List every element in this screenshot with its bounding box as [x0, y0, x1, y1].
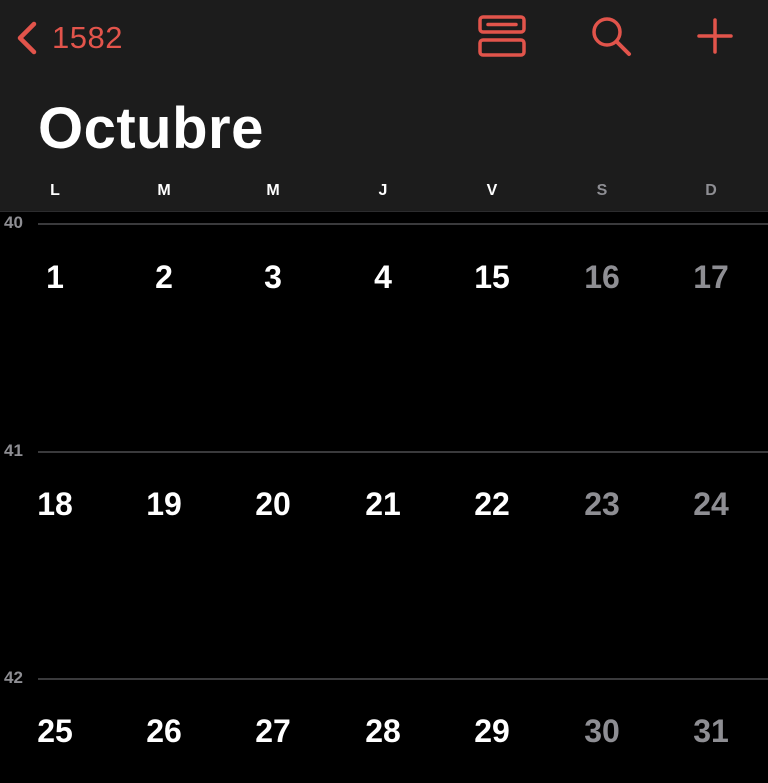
list-view-icon — [477, 14, 527, 63]
calendar-header: 1582 Octubre L M M J V S D — [0, 0, 768, 212]
day-cell[interactable]: 2 — [124, 259, 204, 296]
day-cell[interactable]: 26 — [124, 713, 204, 750]
day-cell[interactable]: 25 — [15, 713, 95, 750]
weekday-label: L — [50, 182, 60, 199]
day-cell[interactable]: 4 — [343, 259, 423, 296]
plus-icon — [695, 16, 735, 61]
day-cell[interactable]: 17 — [671, 259, 751, 296]
calendar-screen: 1582 Octubre L M M J V S D 40 1 2 3 4 15… — [0, 0, 768, 783]
day-cell[interactable]: 24 — [671, 486, 751, 523]
weekday-label: M — [266, 182, 280, 199]
day-cell[interactable]: 20 — [233, 486, 313, 523]
week-divider — [38, 678, 768, 680]
back-button[interactable]: 1582 — [14, 14, 123, 62]
day-cell[interactable]: 30 — [562, 713, 642, 750]
weekday-label: J — [378, 182, 388, 199]
list-view-button[interactable] — [474, 12, 530, 64]
search-icon — [588, 13, 634, 64]
add-event-button[interactable] — [687, 12, 743, 64]
day-cell[interactable]: 1 — [15, 259, 95, 296]
weekday-label: V — [486, 182, 498, 199]
day-cell[interactable]: 16 — [562, 259, 642, 296]
search-button[interactable] — [583, 12, 639, 64]
day-cell[interactable]: 31 — [671, 713, 751, 750]
weekday-label: D — [705, 182, 717, 199]
day-cell[interactable]: 29 — [452, 713, 532, 750]
month-title: Octubre — [38, 96, 264, 161]
week-divider — [38, 223, 768, 225]
week-divider — [38, 451, 768, 453]
week-number: 40 — [4, 213, 23, 232]
week-number: 41 — [4, 441, 23, 460]
day-cell[interactable]: 18 — [15, 486, 95, 523]
weekday-label: M — [157, 182, 171, 199]
day-cell[interactable]: 28 — [343, 713, 423, 750]
day-cell[interactable]: 23 — [562, 486, 642, 523]
weekday-label: S — [596, 182, 608, 199]
weekday-header-row: L M M J V S D — [0, 182, 768, 210]
back-label: 1582 — [52, 20, 123, 55]
day-cell[interactable]: 22 — [452, 486, 532, 523]
day-cell[interactable]: 3 — [233, 259, 313, 296]
day-cell[interactable]: 15 — [452, 259, 532, 296]
day-cell[interactable]: 19 — [124, 486, 204, 523]
day-cell[interactable]: 21 — [343, 486, 423, 523]
chevron-left-icon — [14, 20, 40, 56]
week-number: 42 — [4, 668, 23, 687]
day-cell[interactable]: 27 — [233, 713, 313, 750]
header-divider — [0, 211, 768, 212]
